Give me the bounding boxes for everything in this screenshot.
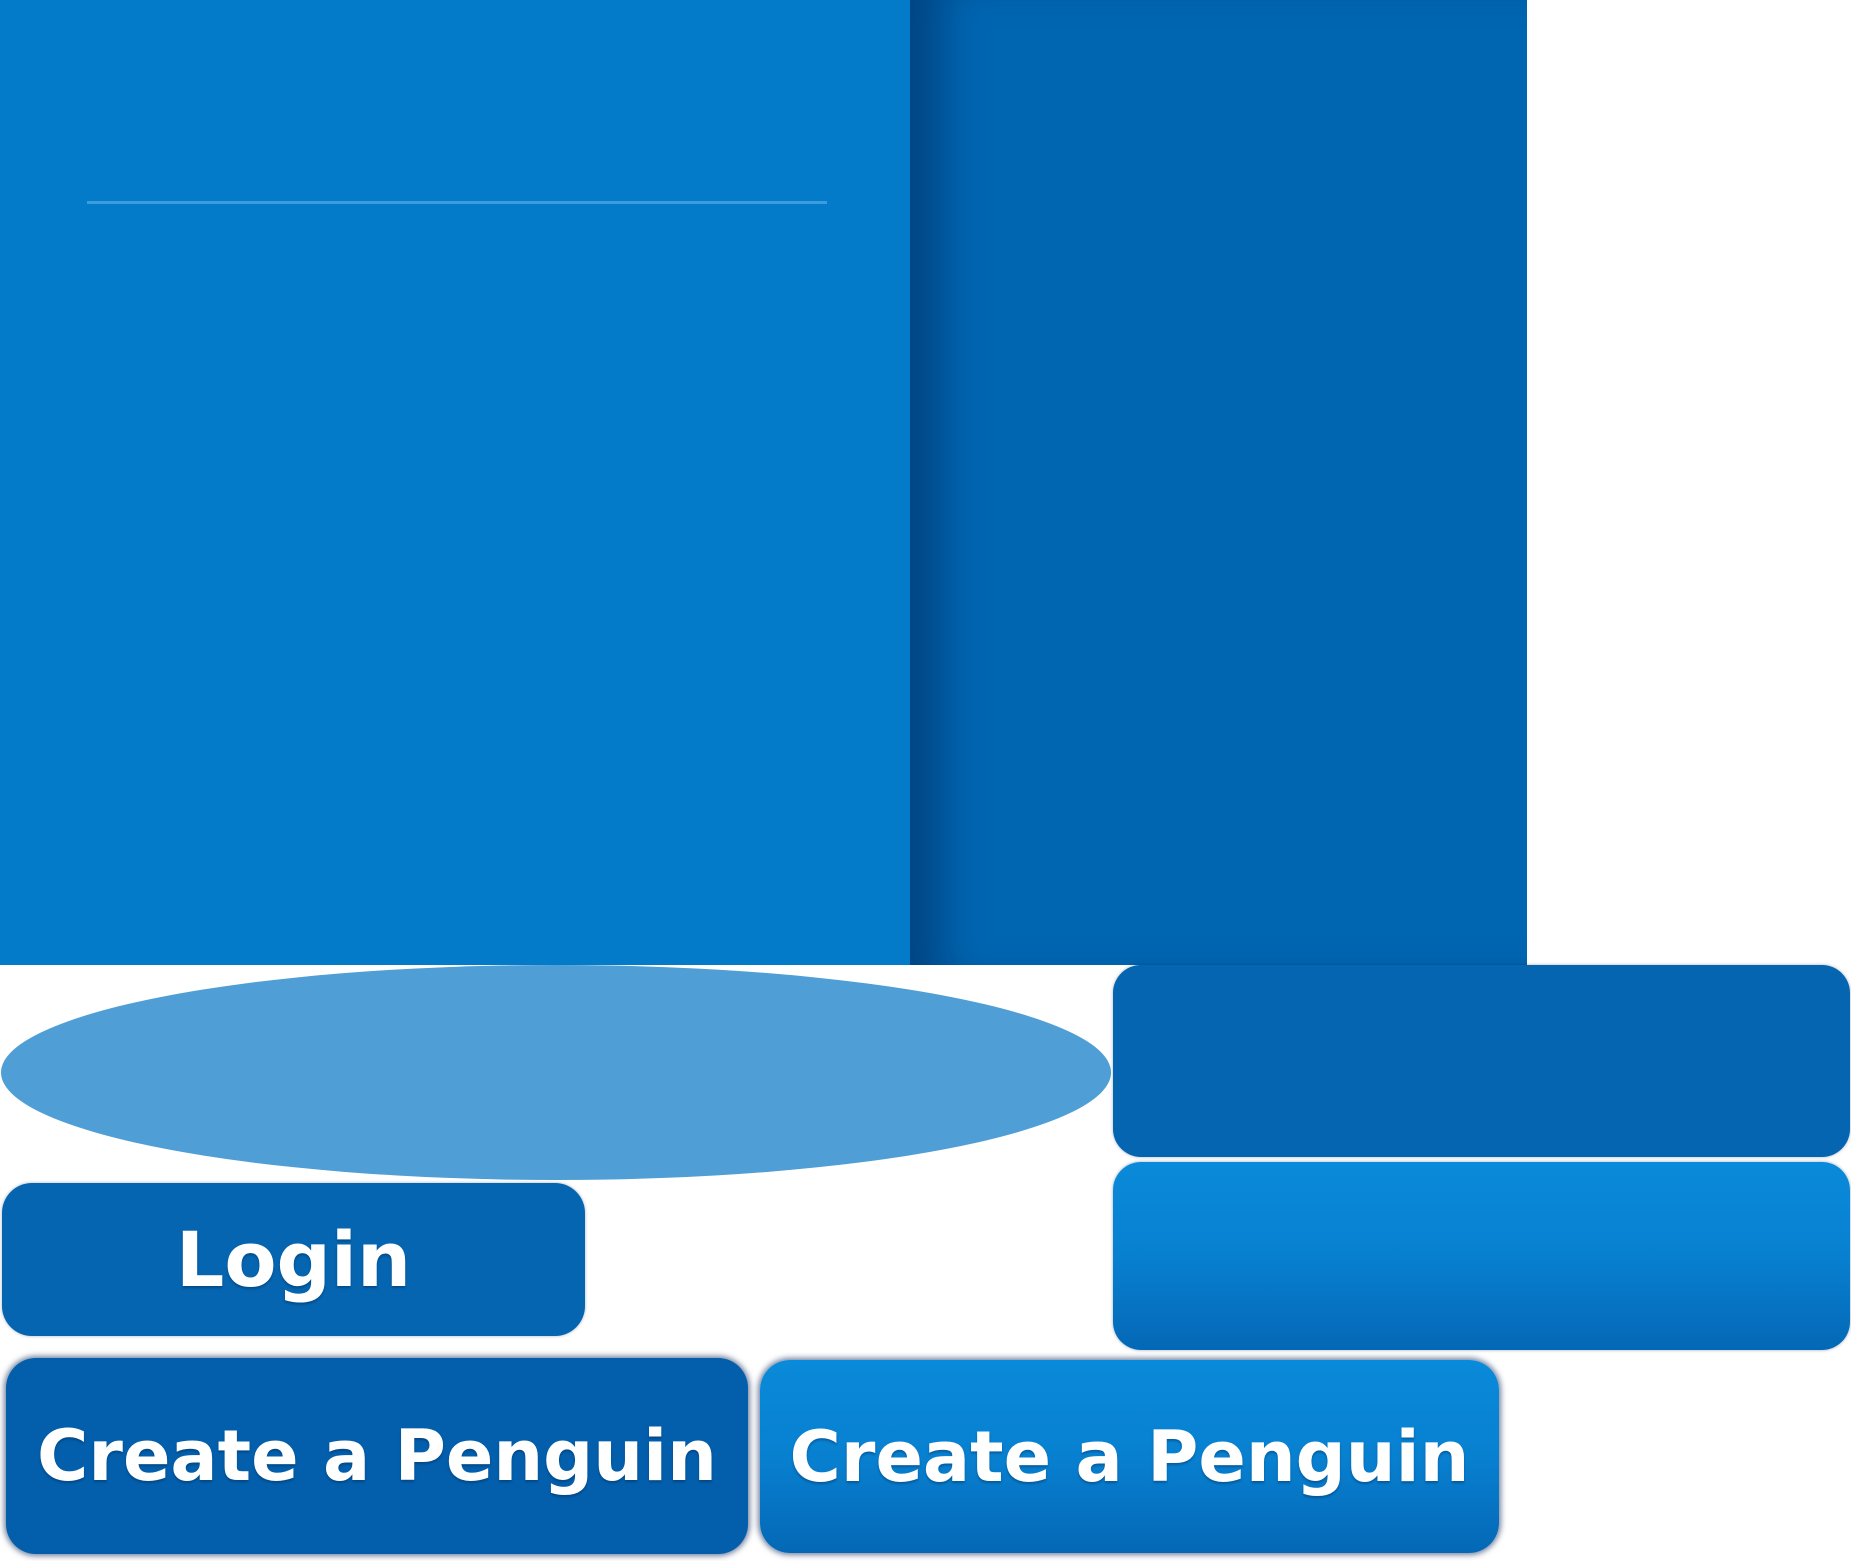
- login-panel-background: [0, 0, 910, 965]
- button-background-dark: [1113, 965, 1850, 1157]
- create-penguin-button-hover[interactable]: Create a Penguin: [760, 1360, 1499, 1553]
- oval-highlight: [1, 965, 1111, 1180]
- panel-divider-line: [87, 201, 827, 204]
- button-background-light: [1113, 1162, 1850, 1350]
- create-penguin-button[interactable]: Create a Penguin: [6, 1358, 748, 1554]
- side-panel-background: [910, 0, 1527, 965]
- login-button[interactable]: Login: [2, 1183, 585, 1336]
